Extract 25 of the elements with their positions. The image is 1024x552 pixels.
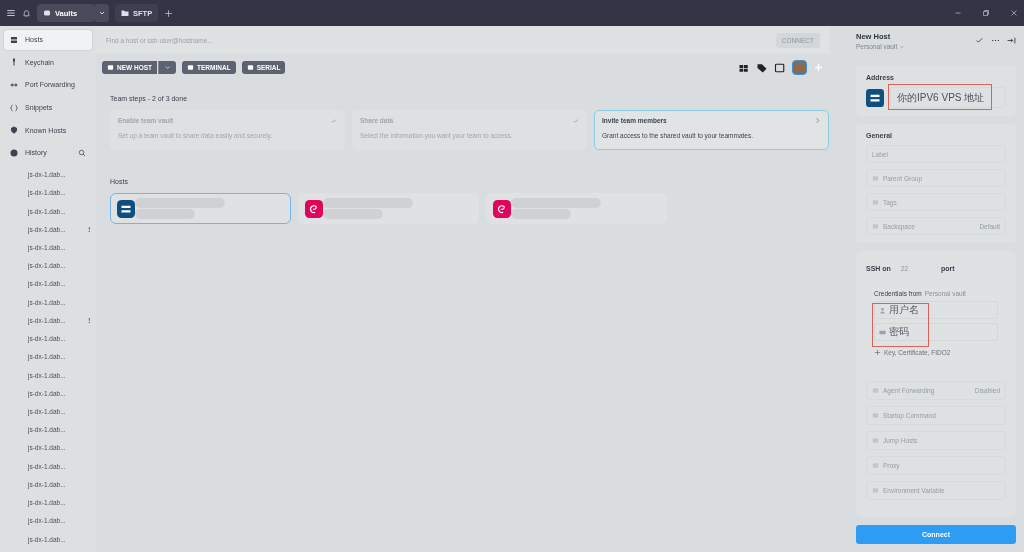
menu-icon[interactable] [6,8,16,18]
username-field[interactable]: 用户名 [874,301,998,319]
check-icon[interactable] [975,36,984,45]
host-card[interactable] [298,193,479,224]
close-icon[interactable] [1010,9,1018,17]
restore-icon[interactable] [982,9,990,17]
caret-icon [98,9,106,17]
host-card[interactable] [110,193,291,224]
swirl-icon [305,199,323,218]
plus-icon [874,349,881,356]
collapse-icon[interactable] [1007,36,1016,45]
password-field[interactable]: 密码 [874,323,998,341]
caret-icon [899,43,906,50]
caret-button[interactable] [158,61,177,74]
user-icon [879,306,886,314]
caret-icon [164,64,172,71]
swirl-icon [493,199,511,218]
bell-icon[interactable] [22,8,31,18]
key-icon [10,58,18,67]
plus-icon[interactable] [164,8,174,18]
avatar[interactable] [792,60,807,75]
host-card[interactable] [486,193,667,224]
search-icon[interactable] [78,148,86,157]
keyboard-icon [879,328,886,336]
address-field[interactable]: 你的IPV6 VPS 地址 [890,87,1006,108]
